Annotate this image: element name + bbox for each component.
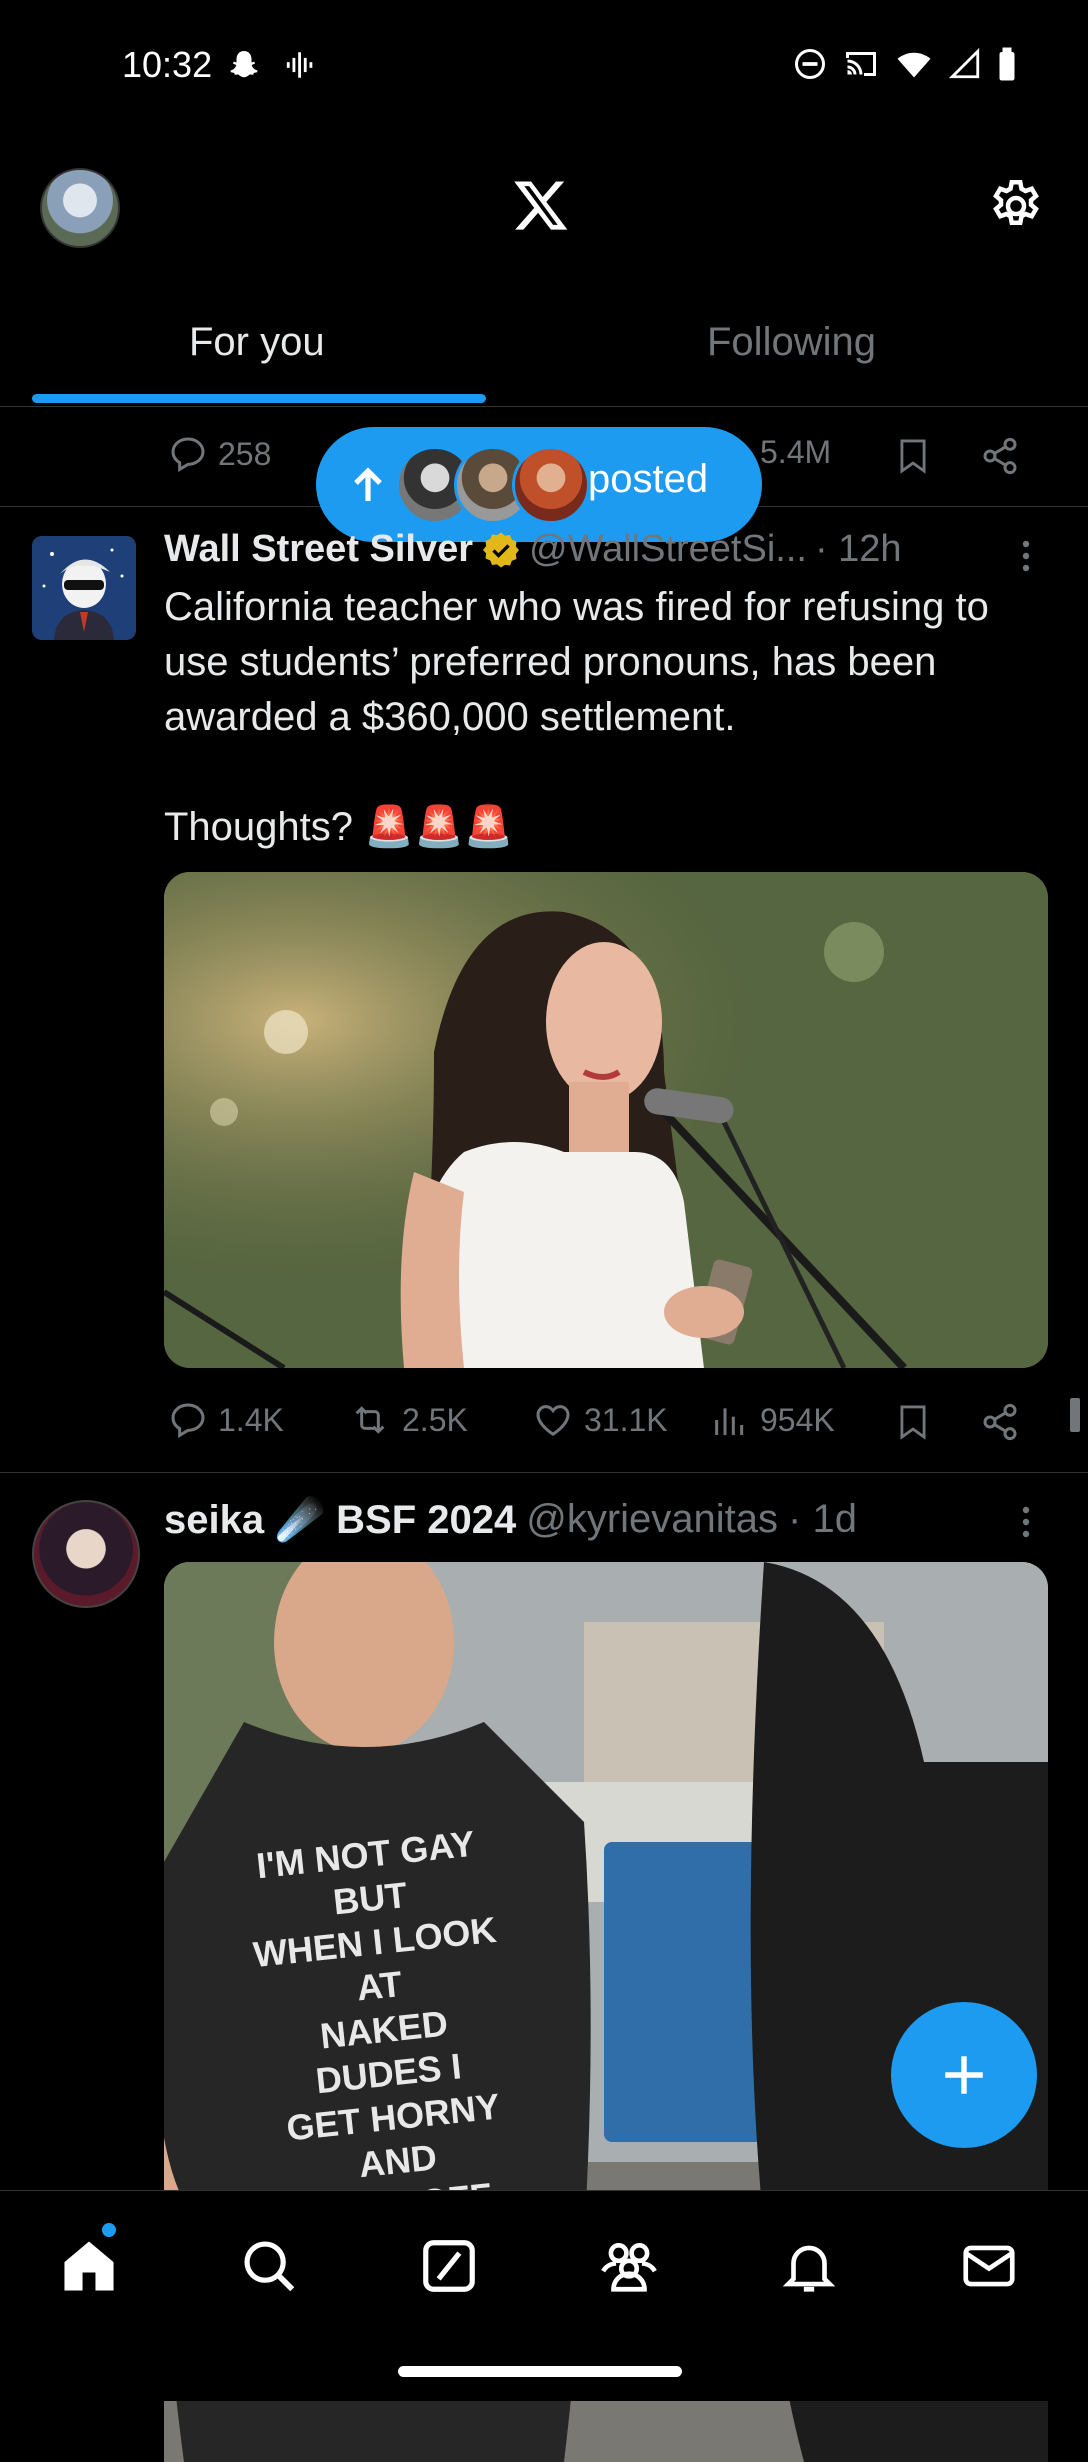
reply-count: 258	[218, 435, 272, 472]
author-handle[interactable]: @kyrievanitas	[526, 1497, 778, 1542]
nav-search[interactable]	[238, 2235, 300, 2297]
gear-icon[interactable]	[986, 176, 1046, 236]
repost-button[interactable]: 2.5K	[348, 1400, 468, 1440]
views-button[interactable]: 954K	[710, 1400, 835, 1440]
more-options-icon[interactable]	[1022, 1504, 1030, 1540]
search-icon	[244, 2241, 295, 2292]
bookmark-button[interactable]	[894, 1402, 932, 1442]
nav-grok[interactable]	[418, 2235, 480, 2297]
verified-badge-icon	[483, 532, 520, 567]
tweet-header: seika ☄️ BSF 2024 @kyrievanitas · 1d	[164, 1496, 857, 1543]
tweet-author-avatar[interactable]	[32, 536, 136, 640]
share-button[interactable]	[980, 436, 1020, 476]
profile-avatar[interactable]	[40, 168, 120, 248]
reply-count: 1.4K	[218, 1401, 284, 1438]
nav-notifications[interactable]	[778, 2235, 840, 2297]
reply-icon	[171, 437, 205, 472]
mail-icon	[963, 2245, 1015, 2287]
reply-button[interactable]: 258	[168, 434, 271, 474]
author-name[interactable]: seika ☄️ BSF 2024	[164, 1496, 516, 1543]
timeline-tabs: For you Following	[0, 290, 1088, 407]
tweet-time: · 12h	[814, 528, 902, 570]
nav-communities[interactable]	[598, 2235, 660, 2297]
arrow-up-icon	[354, 466, 382, 501]
reply-button[interactable]: 1.4K	[168, 1400, 284, 1440]
gesture-home-bar[interactable]	[398, 2366, 682, 2377]
share-icon	[983, 437, 1017, 475]
tab-following[interactable]: Following	[707, 320, 876, 365]
share-icon	[983, 1403, 1017, 1441]
like-button[interactable]: 31.1K	[532, 1400, 668, 1440]
views-icon	[715, 1408, 744, 1435]
bell-icon	[782, 2245, 836, 2292]
scrollbar-thumb[interactable]	[1070, 1398, 1080, 1432]
tweet-text: California teacher who was fired for ref…	[164, 585, 989, 849]
bookmark-icon	[900, 439, 926, 474]
nav-home[interactable]	[58, 2235, 120, 2297]
tab-for-you[interactable]: For you	[189, 320, 325, 365]
signal-icon	[948, 47, 980, 79]
more-options-icon[interactable]	[1022, 538, 1030, 574]
snapchat-notification-icon	[226, 48, 262, 84]
views-count: 5.4M	[760, 434, 832, 470]
tweet-header: Wall Street Silver @WallStreetSi... · 12…	[164, 528, 902, 571]
wifi-icon	[897, 52, 931, 78]
author-handle[interactable]: @WallStreetSi...	[529, 528, 807, 571]
bookmark-icon	[900, 1405, 926, 1440]
battery-icon	[999, 47, 1015, 81]
tweet-author-avatar[interactable]	[32, 1500, 140, 1608]
notification-dot	[102, 2223, 116, 2237]
communities-icon	[601, 2243, 657, 2292]
shirt-text: I'M NOT GAY BUT WHEN I LOOK AT NAKED DUD…	[251, 1822, 502, 2235]
plus-icon	[945, 2056, 983, 2094]
nav-messages[interactable]	[958, 2235, 1020, 2297]
grok-icon	[423, 2240, 475, 2292]
views-count: 954K	[760, 1401, 835, 1438]
repost-count: 2.5K	[402, 1401, 468, 1438]
bookmark-button[interactable]	[894, 436, 932, 476]
new-posts-label: posted	[588, 457, 709, 501]
home-icon	[64, 2241, 114, 2291]
tweet-actions: 1.4K 2.5K 31.1K 954K	[0, 1372, 1088, 1473]
author-name[interactable]: Wall Street Silver	[164, 528, 473, 571]
status-time: 10:32	[122, 44, 213, 85]
tweet-time: · 1d	[788, 1497, 857, 1541]
voice-activity-icon	[284, 48, 318, 82]
x-logo-icon	[512, 176, 570, 234]
tweet-image[interactable]	[164, 872, 1048, 1368]
like-count: 31.1K	[584, 1401, 668, 1438]
heart-icon	[536, 1405, 570, 1436]
poster-avatar	[512, 446, 590, 524]
repost-icon	[355, 1406, 385, 1434]
tab-selected-indicator	[32, 394, 486, 403]
dnd-icon	[795, 49, 825, 79]
share-button[interactable]	[980, 1402, 1020, 1442]
reply-icon	[171, 1403, 205, 1438]
compose-fab[interactable]	[891, 2002, 1037, 2148]
status-icons	[792, 46, 1018, 82]
new-posts-pill[interactable]: posted	[316, 427, 762, 542]
cast-icon	[846, 52, 876, 76]
views-button[interactable]: 5.4M	[760, 434, 831, 471]
